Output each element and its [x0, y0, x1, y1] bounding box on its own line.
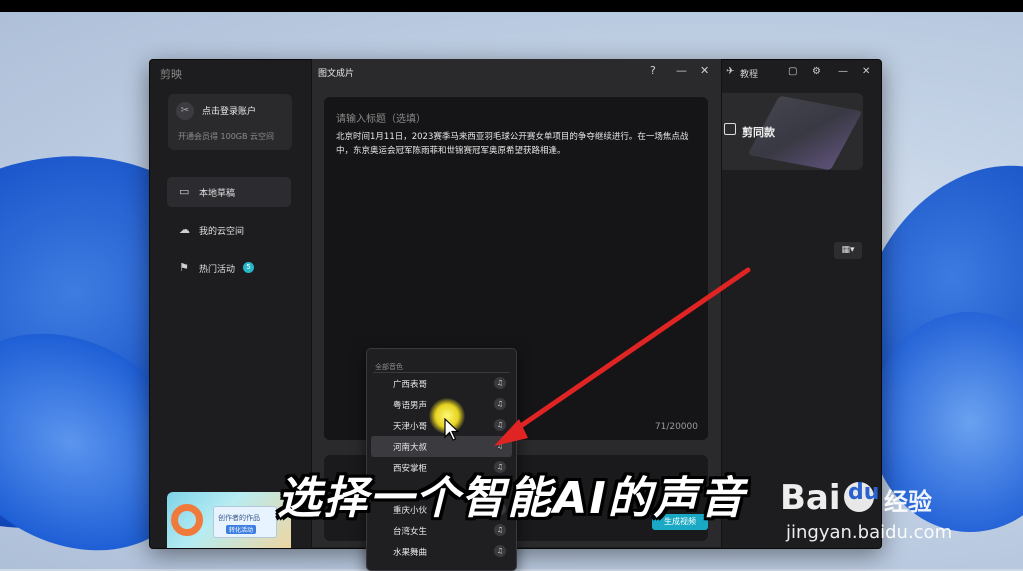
baidu-watermark: Bai du 经验 jingyan.baidu.com [780, 478, 1010, 558]
watermark-cn: 经验 [884, 488, 932, 516]
watermark-brand: Bai [780, 478, 841, 518]
watermark-url: jingyan.baidu.com [786, 522, 953, 543]
watermark-brand-du: du [848, 480, 880, 505]
